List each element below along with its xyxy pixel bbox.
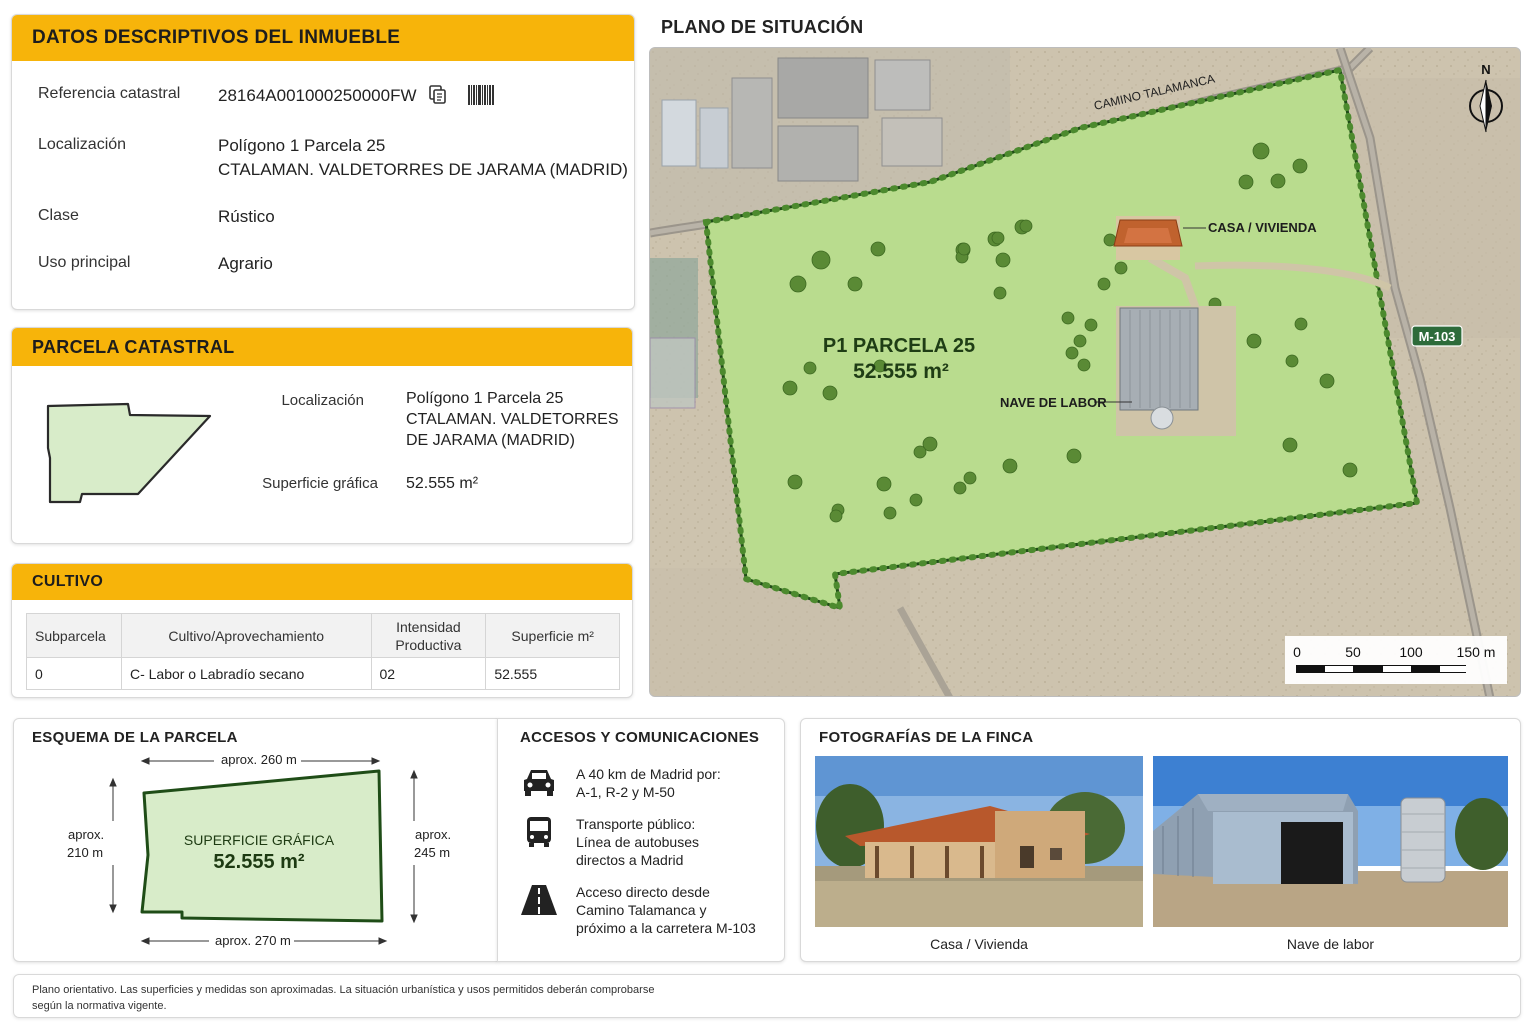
car-line1: A 40 km de Madrid por: [576, 766, 721, 782]
parcela-loc-line2: CTALAMAN. VALDETORRES [406, 411, 619, 428]
scale-bar: 0 50 100 150 m [1285, 636, 1507, 684]
esquema-center-label: SUPERFICIE GRÁFICA [183, 832, 335, 848]
ref-value: 28164A001000250000FW [218, 86, 417, 105]
parcel-area: 52.555 m² [853, 360, 949, 383]
casa-label: CASA / VIVIENDA [1208, 220, 1317, 235]
svg-text:50: 50 [1345, 644, 1361, 660]
ref-label: Referencia catastral [38, 85, 181, 102]
barcode-icon[interactable] [468, 85, 494, 105]
bus-line1: Transporte público: [576, 816, 696, 832]
footnote-line1: Plano orientativo. Las superficies y med… [32, 984, 655, 996]
fotos-title: FOTOGRAFÍAS DE LA FINCA [819, 729, 1034, 746]
col-cultivo: Cultivo/Aprovechamiento [120, 613, 372, 658]
dim-top: aprox. 260 m [221, 752, 297, 767]
nave-label: NAVE DE LABOR [1000, 395, 1107, 410]
cell-superficie: 52.555 [485, 657, 620, 690]
access-car-item: A 40 km de Madrid por: A-1, R-2 y M-50 [520, 765, 770, 801]
parcela-catastral-panel: PARCELA CATASTRAL Localización Polígono … [11, 327, 633, 544]
parcela-sup-label: Superficie gráfica [262, 475, 378, 492]
svg-text:N: N [1481, 62, 1490, 77]
cell-intensidad: 02 [370, 657, 487, 690]
accesos-title: ACCESOS Y COMUNICACIONES [520, 729, 760, 746]
footnote: Plano orientativo. Las superficies y med… [13, 974, 1521, 1018]
road-line1: Acceso directo desde [576, 884, 710, 900]
clase-value: Rústico [218, 207, 275, 226]
highway-sign: M-103 [1411, 325, 1463, 347]
footnote-line2: según la normativa vigente. [32, 1000, 167, 1012]
dim-bottom: aprox. 270 m [215, 933, 291, 948]
car-line2: A-1, R-2 y M-50 [576, 784, 675, 800]
col-subparcela: Subparcela [26, 613, 122, 658]
cultivo-table: Subparcela Cultivo/Aprovechamiento Inten… [26, 613, 620, 690]
cultivo-title: CULTIVO [12, 564, 632, 600]
clase-label: Clase [38, 207, 79, 224]
bus-icon [520, 815, 558, 849]
bus-line2: Línea de autobuses [576, 834, 699, 850]
road-line2: Camino Talamanca y [576, 902, 707, 918]
parcela-sup-value: 52.555 m² [406, 475, 479, 492]
site-map[interactable]: CAMINO TALAMANCA CASA / VIVIENDA NAVE DE… [649, 47, 1521, 697]
bus-line3: directos a Madrid [576, 852, 684, 868]
cultivo-panel: CULTIVO Subparcela Cultivo/Aprovechamien… [11, 563, 633, 698]
parcel-shape-thumbnail [46, 402, 212, 504]
esquema-center-value: 52.555 m² [213, 851, 305, 873]
road-icon [520, 883, 558, 917]
dim-left-1: aprox. [68, 827, 105, 842]
col-intensidad: Intensidad Productiva [370, 613, 487, 658]
svg-text:M-103: M-103 [1419, 329, 1456, 344]
svg-text:150 m: 150 m [1457, 644, 1496, 660]
parcela-loc-line3: DE JARAMA (MADRID) [406, 432, 575, 449]
cell-cultivo: C- Labor o Labradío secano [120, 657, 372, 690]
house-photo[interactable] [815, 756, 1143, 927]
loc-line1: Polígono 1 Parcela 25 [218, 136, 386, 155]
dim-left-2: 210 m [67, 845, 104, 860]
warehouse-photo[interactable] [1153, 756, 1508, 927]
col-superficie: Superficie m² [485, 613, 620, 658]
loc-label: Localización [38, 136, 127, 153]
table-row: 0 C- Labor o Labradío secano 02 52.555 [26, 657, 620, 690]
copy-icon[interactable] [429, 85, 447, 105]
svg-text:0: 0 [1293, 644, 1301, 660]
datos-descriptivos-panel: DATOS DESCRIPTIVOS DEL INMUEBLE Referenc… [11, 14, 635, 310]
warehouse-caption: Nave de labor [1286, 936, 1375, 952]
parcela-title: PARCELA CATASTRAL [12, 328, 632, 366]
access-road-item: Acceso directo desde Camino Talamanca y … [520, 883, 770, 937]
access-bus-item: Transporte público: Línea de autobuses d… [520, 815, 770, 869]
road-line3: próximo a la carretera M-103 [576, 920, 756, 936]
cell-subparcela: 0 [26, 657, 122, 690]
house-caption: Casa / Vivienda [930, 936, 1028, 952]
car-icon [520, 765, 558, 799]
house-icon [1113, 216, 1183, 260]
dim-right-1: aprox. [415, 827, 452, 842]
parcel-name: P1 PARCELA 25 [823, 335, 975, 357]
parcela-loc-label: Localización [281, 392, 364, 409]
esquema-panel: ESQUEMA DE LA PARCELA aprox. 260 m aprox… [13, 718, 498, 962]
loc-line2: CTALAMAN. VALDETORRES DE JARAMA (MADRID) [218, 160, 628, 179]
plano-title: PLANO DE SITUACIÓN [661, 17, 864, 37]
svg-text:100: 100 [1399, 644, 1423, 660]
dim-right-2: 245 m [414, 845, 451, 860]
datos-title: DATOS DESCRIPTIVOS DEL INMUEBLE [12, 15, 634, 61]
uso-value: Agrario [218, 254, 273, 273]
parcela-loc-line1: Polígono 1 Parcela 25 [406, 390, 564, 407]
uso-label: Uso principal [38, 254, 131, 271]
site-map-canvas: CAMINO TALAMANCA CASA / VIVIENDA NAVE DE… [650, 48, 1520, 696]
fotos-panel: FOTOGRAFÍAS DE LA FINCA Casa / Vivienda … [800, 718, 1521, 962]
accesos-panel: ACCESOS Y COMUNICACIONES A 40 km de Madr… [497, 718, 785, 962]
warehouse-icon [1116, 306, 1236, 436]
table-header-row: Subparcela Cultivo/Aprovechamiento Inten… [26, 613, 620, 658]
